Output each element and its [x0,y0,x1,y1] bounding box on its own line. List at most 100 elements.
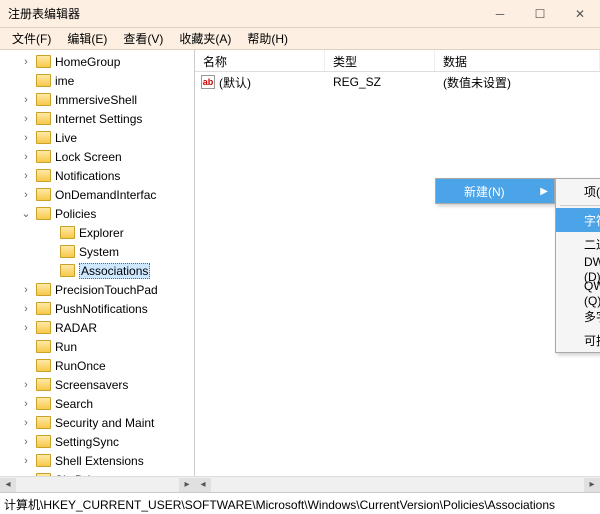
menu-view[interactable]: 查看(V) [115,30,171,47]
tree-item[interactable]: ⌄ Policies [0,204,194,223]
chevron-right-icon[interactable]: › [20,132,32,144]
tree-item-label: Shell Extensions [55,454,144,468]
tree-item[interactable]: › ImmersiveShell [0,90,194,109]
folder-icon [36,454,51,467]
folder-icon [60,245,75,258]
tree-item-label: SettingSync [55,435,119,449]
list-row[interactable]: ab (默认) REG_SZ (数值未设置) [195,72,600,92]
menu-file[interactable]: 文件(F) [4,30,59,47]
chevron-right-icon[interactable]: › [20,417,32,429]
chevron-right-icon[interactable]: › [20,474,32,477]
tree-item[interactable]: ›OnDemandInterfac [0,185,194,204]
close-button[interactable]: ✕ [560,0,600,28]
tree-item[interactable]: RunOnce [0,356,194,375]
tree-item[interactable]: › SettingSync [0,432,194,451]
chevron-right-icon[interactable]: › [20,322,32,334]
titlebar: 注册表编辑器 ─ ☐ ✕ [0,0,600,28]
ctx-new[interactable]: 新建(N)▶ [436,179,554,203]
tree-item[interactable]: ›PushNotifications [0,299,194,318]
tree-item[interactable]: ›SkyDrive [0,470,194,476]
tree-item[interactable]: Run [0,337,194,356]
chevron-right-icon[interactable]: › [20,284,32,296]
tree-scrollbar[interactable]: ◂ ▸ [0,476,195,492]
menu-favorites[interactable]: 收藏夹(A) [171,30,239,47]
list-panel[interactable]: 名称 类型 数据 ab (默认) REG_SZ (数值未设置) 新建(N)▶ 项… [195,50,600,476]
tree-item[interactable]: › RADAR [0,318,194,337]
folder-icon [36,93,51,106]
tree-item[interactable]: › Live [0,128,194,147]
tree-item-label: Screensavers [55,378,128,392]
folder-icon [36,131,51,144]
tree-item[interactable]: › Security and Maint [0,413,194,432]
ctx-string[interactable]: 字符串值(S) [556,208,600,232]
chevron-right-icon[interactable]: › [20,398,32,410]
tree-item[interactable]: Explorer [0,223,194,242]
folder-icon [36,378,51,391]
tree-item[interactable]: ›Notifications [0,166,194,185]
tree-item[interactable]: ›PrecisionTouchPad [0,280,194,299]
chevron-right-icon[interactable]: › [20,189,32,201]
tree-item-label: Security and Maint [55,416,154,430]
chevron-right-icon: ▶ [540,186,548,197]
ctx-expand[interactable]: 可扩充字符串值(E) [556,328,600,352]
ctx-key[interactable]: 项(K) [556,179,600,203]
statusbar: 计算机\HKEY_CURRENT_USER\SOFTWARE\Microsoft… [0,492,600,514]
tree-item-label: Live [55,131,77,145]
folder-icon [36,283,51,296]
folder-icon [36,359,51,372]
chevron-right-icon[interactable]: › [20,170,32,182]
chevron-down-icon[interactable]: ⌄ [20,207,32,220]
tree-item[interactable]: ime [0,71,194,90]
tree-item-label: Lock Screen [55,150,122,164]
folder-icon [36,74,51,87]
col-data[interactable]: 数据 [435,50,600,71]
tree-item[interactable]: ›Search [0,394,194,413]
tree-item-label: ImmersiveShell [55,93,137,107]
folder-icon [36,340,51,353]
tree-item-label: RADAR [55,321,97,335]
scroll-left-icon[interactable]: ◂ [0,478,16,492]
tree-item[interactable]: Associations [0,261,194,280]
chevron-right-icon[interactable]: › [20,94,32,106]
menu-help[interactable]: 帮助(H) [239,30,296,47]
minimize-button[interactable]: ─ [480,0,520,28]
tree-item-label: Explorer [79,226,124,240]
scroll-left-icon[interactable]: ◂ [195,478,211,492]
chevron-right-icon[interactable]: › [20,113,32,125]
folder-icon [36,55,51,68]
col-type[interactable]: 类型 [325,50,435,71]
maximize-button[interactable]: ☐ [520,0,560,28]
scroll-right-icon[interactable]: ▸ [179,478,195,492]
folder-icon [36,302,51,315]
list-scrollbar[interactable]: ◂ ▸ [195,476,600,492]
tree-item-label: ime [55,74,74,88]
tree-panel[interactable]: ›HomeGroup ime › ImmersiveShell › Internet Se… [0,50,195,476]
folder-icon [60,264,75,277]
folder-icon [36,169,51,182]
chevron-right-icon[interactable]: › [20,379,32,391]
chevron-right-icon[interactable]: › [20,151,32,163]
tree-item-label: Internet Settings [55,112,142,126]
tree-item[interactable]: System [0,242,194,261]
col-name[interactable]: 名称 [195,50,325,71]
value-type: REG_SZ [325,75,435,89]
scroll-right-icon[interactable]: ▸ [584,478,600,492]
context-submenu: 项(K) 字符串值(S) 二进制值(B) DWORD (32 位)值(D) QW… [555,178,600,353]
tree-item[interactable]: › Shell Extensions [0,451,194,470]
tree-item-label: Policies [55,207,96,221]
value-data: (数值未设置) [435,74,600,91]
folder-icon [36,150,51,163]
tree-item[interactable]: ›HomeGroup [0,52,194,71]
tree-item[interactable]: › Lock Screen [0,147,194,166]
tree-item[interactable]: › Internet Settings [0,109,194,128]
chevron-right-icon[interactable]: › [20,303,32,315]
tree-item[interactable]: › Screensavers [0,375,194,394]
chevron-right-icon[interactable]: › [20,56,32,68]
ctx-qword[interactable]: QWORD (64 位)值(Q) [556,280,600,304]
menu-edit[interactable]: 编辑(E) [59,30,115,47]
ctx-multi[interactable]: 多字符串值(M) [556,304,600,328]
chevron-right-icon[interactable]: › [20,436,32,448]
folder-icon [36,473,51,476]
chevron-right-icon[interactable]: › [20,455,32,467]
folder-icon [36,321,51,334]
